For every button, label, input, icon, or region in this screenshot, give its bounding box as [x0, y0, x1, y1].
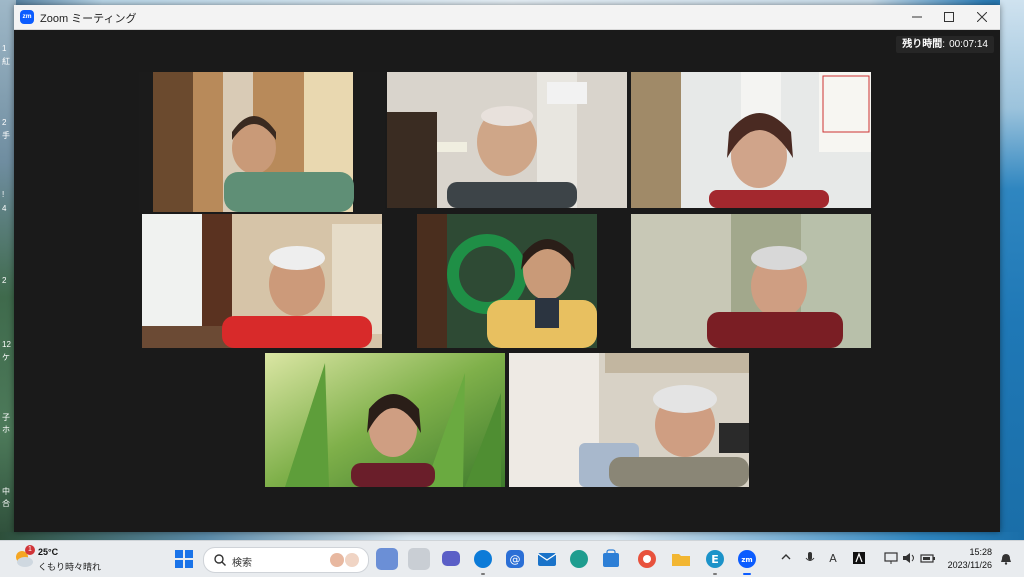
video-tile-8[interactable]	[509, 353, 749, 487]
language-a-icon[interactable]: A	[826, 551, 840, 565]
desktop-glyph: !	[2, 190, 5, 199]
desktop-glyph: 合	[2, 499, 10, 508]
desktop-glyph: 4	[2, 204, 7, 213]
edge-beta-button[interactable]	[568, 548, 590, 570]
video-tile-7[interactable]	[265, 353, 505, 487]
window-title: Zoom ミーティング	[40, 13, 137, 25]
zoom-logo-icon: zm	[20, 10, 34, 24]
task-view-icon[interactable]	[408, 548, 430, 570]
video-tile-2[interactable]	[387, 72, 627, 208]
folder-icon	[672, 554, 690, 566]
zoom-icon: zm	[738, 550, 756, 568]
desktop-glyph: 2	[2, 276, 7, 285]
microphone-icon[interactable]	[804, 551, 816, 565]
desktop-wallpaper-right	[1000, 0, 1024, 540]
minimize-button[interactable]	[902, 7, 932, 27]
close-button[interactable]	[967, 7, 997, 27]
video-tile-3[interactable]	[631, 72, 871, 208]
svg-text:zm: zm	[741, 556, 752, 564]
desktop-glyph: ホ	[2, 425, 10, 434]
clock-time[interactable]: 15:28	[969, 547, 992, 557]
video-tile-6[interactable]	[631, 214, 871, 348]
participant-video-4	[142, 214, 382, 348]
remaining-time-badge: 残り時間: 00:07:14	[896, 36, 994, 53]
participant-video-8	[509, 353, 749, 487]
maximize-button[interactable]	[934, 7, 964, 27]
desktop-glyph: 中	[2, 487, 10, 496]
e-app-icon: E	[706, 550, 724, 568]
zoom-taskbar-button[interactable]: zm	[736, 548, 758, 575]
desktop-glyph: 1	[2, 44, 7, 53]
video-tile-4[interactable]	[142, 214, 382, 348]
video-tile-5[interactable]	[417, 214, 597, 348]
weather-temperature[interactable]: 25°C	[38, 547, 58, 557]
svg-text:@: @	[510, 553, 521, 566]
remaining-time-value: 00:07:14	[949, 39, 988, 50]
taskbar: 1 25°C くもり時々晴れ 検索 @ E zm A 15:28 2023/11…	[0, 540, 1024, 577]
outlook-mail-button[interactable]	[536, 548, 558, 570]
desktop-glyph: 2	[2, 118, 7, 127]
network-monitor-icon[interactable]	[884, 551, 898, 565]
mail-at-button[interactable]: @	[504, 548, 526, 570]
desktop-glyph: 紅	[2, 57, 10, 66]
minimize-icon	[912, 16, 922, 18]
chat-app-button[interactable]	[440, 548, 462, 570]
participant-video-1	[139, 72, 385, 212]
desktop-glyph: 手	[2, 131, 10, 140]
app-circle-icon	[638, 550, 656, 568]
chevron-up-icon[interactable]	[780, 551, 792, 563]
remaining-time-label: 残り時間	[902, 39, 943, 50]
edge-button[interactable]	[472, 548, 494, 575]
file-explorer-button[interactable]	[670, 548, 692, 570]
battery-icon[interactable]	[920, 551, 936, 565]
desktop-glyph: 子	[2, 413, 10, 422]
search-placeholder: 検索	[232, 558, 252, 569]
search-icon	[214, 554, 226, 566]
participant-video-7	[265, 353, 505, 487]
taskbar-search-box[interactable]: 検索	[203, 547, 369, 573]
volume-icon[interactable]	[902, 551, 916, 565]
chat-app-icon	[442, 551, 460, 566]
desktop-glyph: ケ	[2, 353, 10, 362]
store-button[interactable]	[600, 548, 622, 570]
edge-beta-icon	[570, 550, 588, 568]
windows-start-icon[interactable]	[175, 550, 193, 568]
svg-text:E: E	[711, 553, 719, 566]
ime-mode-icon[interactable]	[852, 551, 866, 565]
close-icon	[977, 12, 987, 22]
weather-condition[interactable]: くもり時々晴れ	[38, 560, 101, 573]
participant-video-5	[417, 214, 597, 348]
maximize-icon	[944, 12, 954, 22]
desktop-glyph: 12	[2, 340, 11, 349]
weather-notification-badge: 1	[25, 545, 35, 555]
participant-video-6	[631, 214, 871, 348]
video-tile-1[interactable]	[139, 72, 385, 212]
title-bar[interactable]: zm Zoom ミーティング	[14, 5, 1000, 30]
outlook-mail-icon	[537, 553, 557, 566]
svg-text:A: A	[829, 552, 837, 565]
zoom-window: zm Zoom ミーティング 残り時間: 00:07:14	[14, 5, 1000, 532]
app-circle-button[interactable]	[636, 548, 658, 570]
e-app-button[interactable]: E	[704, 548, 726, 575]
notification-bell-icon[interactable]	[1000, 553, 1012, 565]
search-highlight-art-icon	[330, 553, 359, 567]
participant-video-2	[387, 72, 627, 208]
copilot-icon[interactable]	[376, 548, 398, 570]
meeting-view: 残り時間: 00:07:14	[14, 30, 1000, 532]
mail-at-icon: @	[506, 550, 524, 568]
store-icon	[603, 549, 619, 567]
clock-date[interactable]: 2023/11/26	[948, 560, 992, 570]
edge-icon	[474, 550, 492, 568]
participant-video-3	[631, 72, 871, 208]
